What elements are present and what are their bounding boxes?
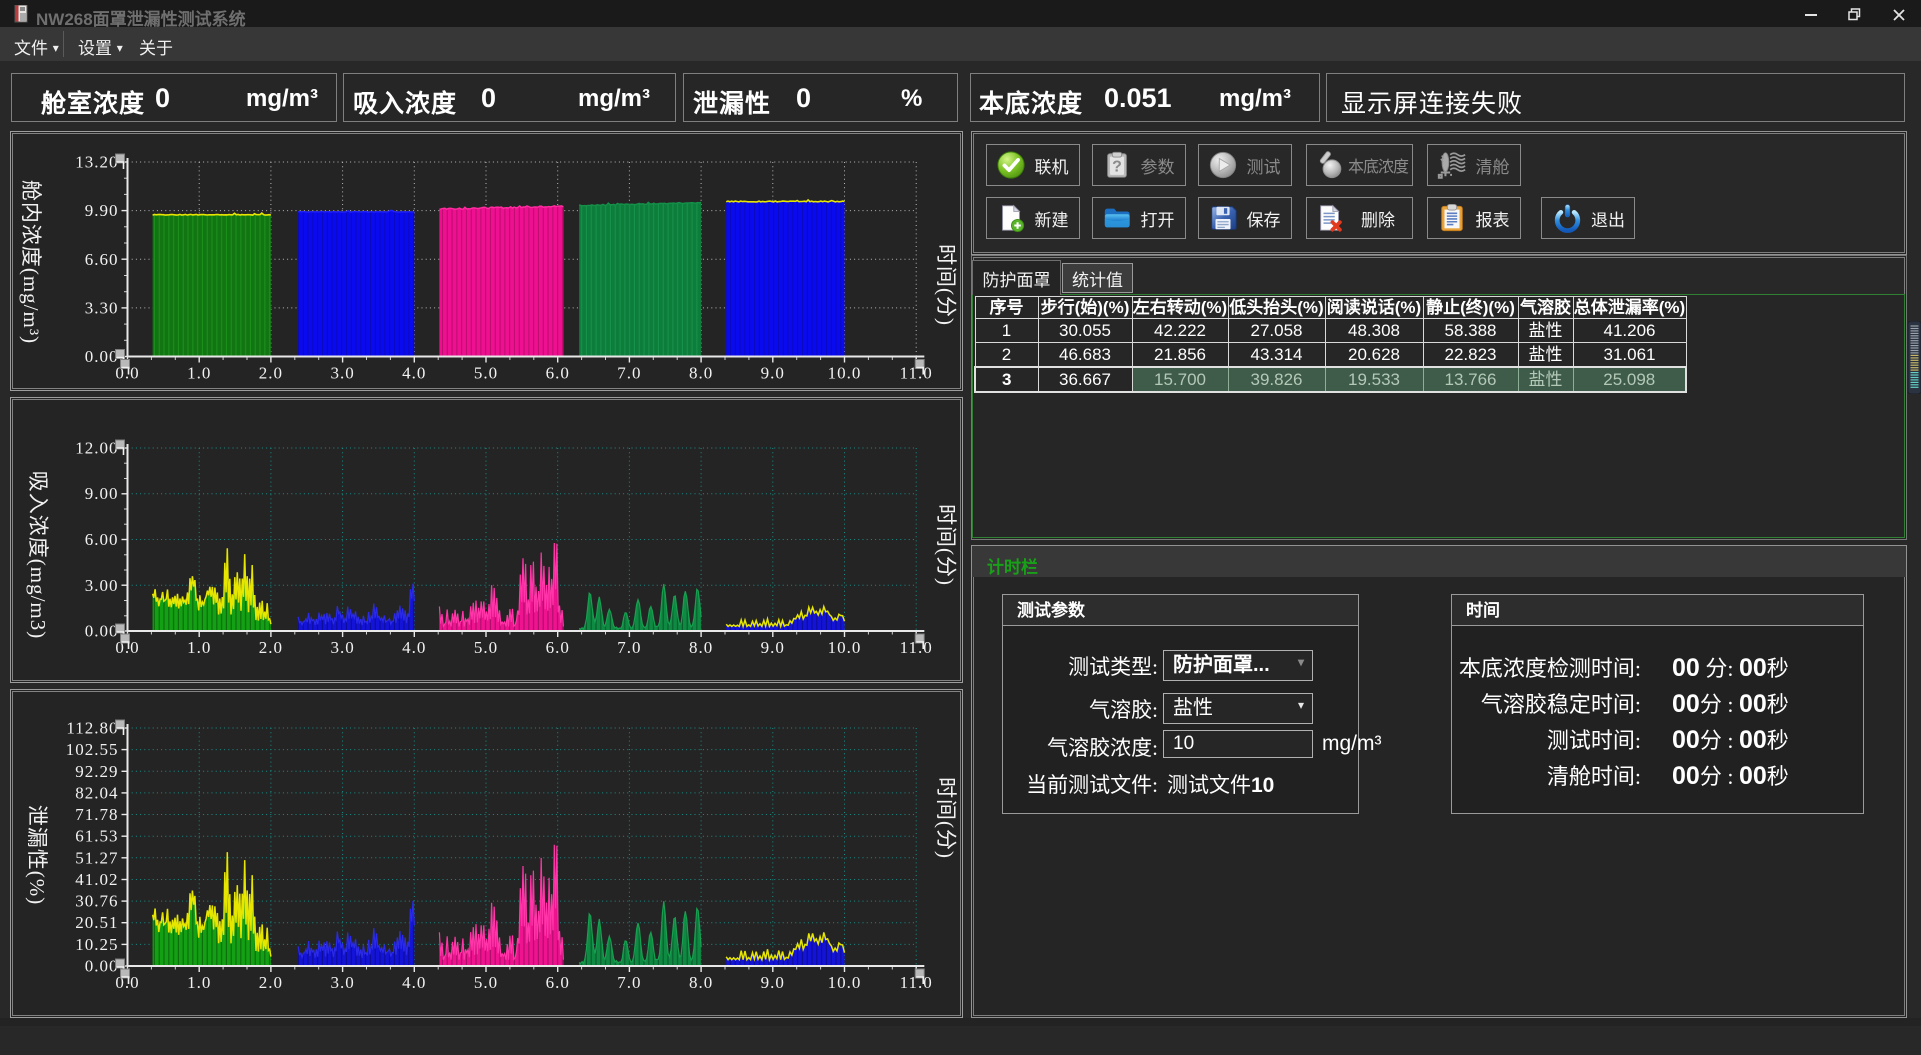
svg-text:3.0: 3.0 xyxy=(330,638,354,657)
svg-text:0.00: 0.00 xyxy=(85,622,119,641)
svg-text:9.0: 9.0 xyxy=(761,638,785,657)
svg-text:2.0: 2.0 xyxy=(259,973,283,992)
svg-text:8.0: 8.0 xyxy=(689,973,713,992)
svg-text:4.0: 4.0 xyxy=(402,973,426,992)
svg-text:1.0: 1.0 xyxy=(187,973,211,992)
svg-text:102.55: 102.55 xyxy=(66,740,119,759)
svg-text:6.0: 6.0 xyxy=(546,973,570,992)
svg-text:10.25: 10.25 xyxy=(75,935,118,954)
svg-text:6.0: 6.0 xyxy=(546,638,570,657)
svg-text:30.76: 30.76 xyxy=(75,892,118,911)
svg-text:9.90: 9.90 xyxy=(85,201,119,220)
svg-text:7.0: 7.0 xyxy=(617,638,641,657)
svg-text:4.0: 4.0 xyxy=(402,364,426,383)
svg-text:6.0: 6.0 xyxy=(546,364,570,383)
svg-text:?: ? xyxy=(1112,159,1122,176)
svg-text:10.0: 10.0 xyxy=(828,973,862,992)
svg-text:5.0: 5.0 xyxy=(474,973,498,992)
svg-text:82.04: 82.04 xyxy=(75,783,118,802)
svg-text:9.00: 9.00 xyxy=(85,484,119,503)
svg-text:0.00: 0.00 xyxy=(85,957,119,976)
svg-text:7.0: 7.0 xyxy=(617,973,641,992)
svg-text:4.0: 4.0 xyxy=(402,638,426,657)
svg-text:9.0: 9.0 xyxy=(761,973,785,992)
svg-text:20.51: 20.51 xyxy=(75,913,118,932)
svg-text:2.0: 2.0 xyxy=(259,364,283,383)
svg-text:10.0: 10.0 xyxy=(828,364,862,383)
svg-text:3.30: 3.30 xyxy=(85,298,119,317)
svg-text:13.20: 13.20 xyxy=(75,153,118,172)
svg-text:5.0: 5.0 xyxy=(474,638,498,657)
svg-text:8.0: 8.0 xyxy=(689,638,713,657)
svg-text:1.0: 1.0 xyxy=(187,638,211,657)
svg-text:10.0: 10.0 xyxy=(828,638,862,657)
svg-text:7.0: 7.0 xyxy=(617,364,641,383)
svg-text:2.0: 2.0 xyxy=(259,638,283,657)
svg-text:9.0: 9.0 xyxy=(761,364,785,383)
svg-text:51.27: 51.27 xyxy=(75,848,118,867)
svg-text:8.0: 8.0 xyxy=(689,364,713,383)
svg-text:112.80: 112.80 xyxy=(66,719,118,738)
svg-text:6.00: 6.00 xyxy=(85,530,119,549)
svg-text:3.0: 3.0 xyxy=(330,973,354,992)
svg-text:41.02: 41.02 xyxy=(75,870,118,889)
svg-text:1.0: 1.0 xyxy=(187,364,211,383)
svg-text:6.60: 6.60 xyxy=(85,250,119,269)
svg-text:3.0: 3.0 xyxy=(330,364,354,383)
svg-text:3.00: 3.00 xyxy=(85,576,119,595)
svg-text:12.00: 12.00 xyxy=(75,439,118,458)
svg-text:61.53: 61.53 xyxy=(75,827,118,846)
svg-text:92.29: 92.29 xyxy=(75,762,118,781)
svg-text:71.78: 71.78 xyxy=(75,805,118,824)
svg-text:0.00: 0.00 xyxy=(85,347,119,366)
svg-text:5.0: 5.0 xyxy=(474,364,498,383)
